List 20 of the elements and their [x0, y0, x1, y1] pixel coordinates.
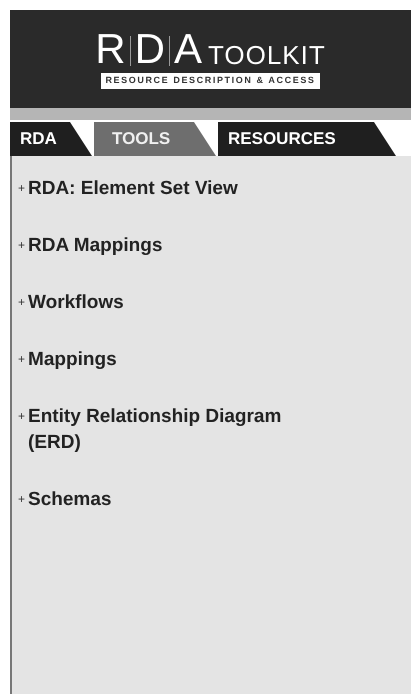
menu-item[interactable]: Workflows: [28, 290, 318, 316]
expand-marker[interactable]: +: [18, 487, 26, 511]
expand-marker[interactable]: +: [18, 176, 26, 200]
tab[interactable]: RDA: [10, 122, 92, 156]
expand-marker[interactable]: +: [18, 347, 26, 371]
expand-marker[interactable]: +: [18, 404, 26, 428]
expand-marker[interactable]: +: [18, 290, 26, 314]
logo-letter: D: [134, 29, 165, 70]
logo-tagline: RESOURCE DESCRIPTION & ACCESS: [101, 73, 320, 89]
menu-item[interactable]: RDA Mappings: [28, 233, 318, 259]
menu-item[interactable]: Mappings: [28, 347, 318, 373]
menu-item[interactable]: Schemas: [28, 487, 318, 513]
logo-word: TOOLKIT: [208, 41, 326, 70]
logo-letter: R: [95, 29, 126, 70]
expand-marker[interactable]: +: [18, 233, 26, 257]
tab[interactable]: RESOURCES: [218, 122, 396, 156]
menu-item[interactable]: Entity Relationship Diagram (ERD): [28, 404, 318, 456]
menu-item[interactable]: RDA: Element Set View: [28, 176, 318, 202]
logo-letter: A: [174, 29, 202, 70]
tab[interactable]: TOOLS: [94, 122, 216, 156]
